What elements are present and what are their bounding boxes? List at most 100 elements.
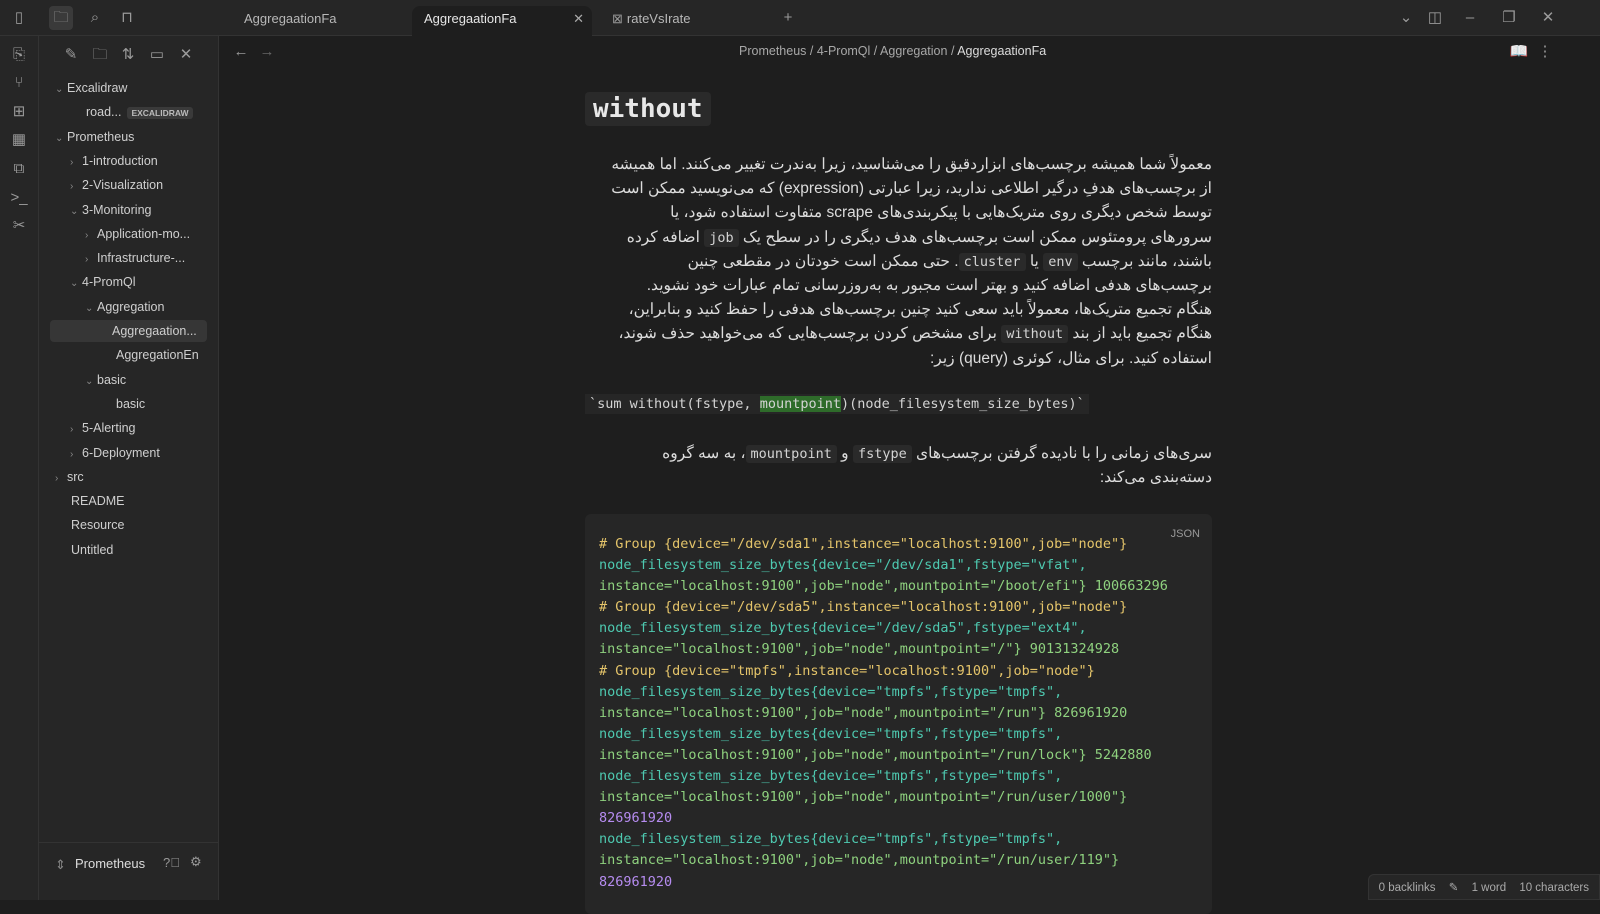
- reading-view-icon[interactable]: 📖: [1507, 40, 1531, 64]
- maximize-icon[interactable]: ❐: [1497, 6, 1521, 30]
- breadcrumb: Prometheus / 4-PromQl / Aggregation / Ag…: [739, 44, 1047, 58]
- file-item[interactable]: README: [55, 490, 124, 512]
- tree-item-label: Infrastructure-...: [97, 251, 186, 266]
- folder-item[interactable]: › 1-introduction: [70, 150, 158, 172]
- graph-view-icon[interactable]: ⑂: [7, 71, 31, 95]
- tree-item-label: Aggregation: [97, 299, 165, 314]
- tree-item-label: 3-Monitoring: [82, 202, 152, 217]
- breadcrumb-item[interactable]: Aggregation: [880, 44, 947, 58]
- more-options-icon[interactable]: ⋮: [1533, 40, 1557, 64]
- vault-chevron-icon[interactable]: ⇕: [55, 857, 66, 873]
- tab-1[interactable]: AggregaationFa: [232, 6, 410, 36]
- chevron-right-icon[interactable]: ›: [70, 419, 82, 441]
- sort-icon[interactable]: ⇅: [116, 43, 140, 67]
- tree-item-label: basic: [116, 396, 146, 411]
- tab-list-icon[interactable]: ⌄: [1394, 6, 1418, 30]
- code-language-label: JSON: [1170, 528, 1200, 540]
- ribbon: ⎘ ⑂ ⊞ ▦ ⧉ >_ ✂: [0, 36, 39, 900]
- new-folder-icon[interactable]: 🗀: [88, 43, 112, 67]
- code-line: node_filesystem_size_bytes{device="tmpfs…: [599, 683, 1063, 700]
- chevron-right-icon[interactable]: ›: [70, 176, 82, 198]
- edit-mode-icon[interactable]: ✎: [1449, 882, 1459, 894]
- query-inline-code[interactable]: `sum without(fstype, mountpoint)(node_fi…: [585, 394, 1089, 414]
- inline-code: fstype: [852, 445, 912, 463]
- chevron-right-icon[interactable]: ›: [85, 249, 97, 271]
- file-item[interactable]: Aggregaation...: [50, 320, 207, 342]
- close-window-icon[interactable]: ✕: [1536, 6, 1560, 30]
- folder-item[interactable]: ⌄ basic: [85, 369, 126, 391]
- minimize-icon[interactable]: –: [1458, 6, 1482, 30]
- right-sidebar-icon[interactable]: ◫: [1423, 6, 1447, 30]
- chevron-down-icon[interactable]: ⌄: [85, 371, 97, 393]
- folder-item[interactable]: › 6-Deployment: [70, 442, 160, 464]
- inline-code: mountpoint: [745, 445, 837, 463]
- code-block[interactable]: JSON # Group {device="/dev/sda1",instanc…: [585, 514, 1212, 914]
- folder-item[interactable]: › 2-Visualization: [70, 174, 163, 196]
- vault-name[interactable]: Prometheus: [75, 856, 145, 871]
- folder-item[interactable]: ⌄ Excalidraw: [55, 77, 127, 99]
- tree-item-label: AggregationEn: [116, 348, 199, 363]
- tab-label: AggregaationFa: [424, 11, 517, 26]
- new-tab-icon[interactable]: +: [776, 6, 800, 30]
- tools-icon[interactable]: ✂: [7, 214, 31, 238]
- chevron-right-icon[interactable]: ›: [70, 152, 82, 174]
- canvas-icon[interactable]: ⊞: [7, 100, 31, 124]
- auto-reveal-icon[interactable]: ▭: [145, 43, 169, 67]
- file-item[interactable]: AggregationEn: [100, 344, 199, 366]
- code-line: instance="localhost:9100",job="node",mou…: [599, 852, 1120, 869]
- sidebar-toggle-icon[interactable]: ▯: [7, 6, 31, 30]
- folder-item[interactable]: › 5-Alerting: [70, 417, 136, 439]
- paragraph-1: معمولاً شما همیشه برچسب‌های ابزاردقیق را…: [609, 153, 1212, 371]
- tree-item-label: Application-mo...: [97, 226, 191, 241]
- code-line: node_filesystem_size_bytes{device="/dev/…: [599, 620, 1087, 637]
- file-item[interactable]: road... EXCALIDRAW: [70, 101, 193, 123]
- chevron-right-icon[interactable]: ›: [55, 468, 67, 490]
- terminal-icon[interactable]: >_: [7, 186, 31, 210]
- folder-item[interactable]: ⌄ 3-Monitoring: [70, 199, 151, 221]
- tree-item-label: 1-introduction: [82, 153, 158, 168]
- folder-item[interactable]: ⌄ 4-PromQl: [70, 271, 135, 293]
- chevron-down-icon[interactable]: ⌄: [85, 298, 97, 320]
- close-tab-icon[interactable]: ✕: [573, 6, 584, 32]
- chevron-right-icon[interactable]: ›: [85, 225, 97, 247]
- search-icon[interactable]: ⌕: [83, 6, 107, 30]
- chevron-down-icon[interactable]: ⌄: [55, 79, 67, 101]
- code-line: # Group {device="/dev/sda1",instance="lo…: [599, 536, 1128, 552]
- folder-item[interactable]: ⌄ Prometheus: [55, 126, 134, 148]
- code-line: node_filesystem_size_bytes{device="/dev/…: [599, 557, 1087, 574]
- collapse-all-icon[interactable]: ✕: [174, 43, 198, 67]
- tree-item-label: 6-Deployment: [82, 445, 160, 460]
- file-item[interactable]: Untitled: [55, 539, 113, 561]
- tab-3[interactable]: ⊠ rateVsIrate: [600, 6, 770, 36]
- templates-icon[interactable]: ⧉: [7, 157, 31, 181]
- help-icon[interactable]: ?⃝: [163, 855, 180, 870]
- folder-item[interactable]: › src: [55, 466, 84, 488]
- chevron-right-icon[interactable]: ›: [70, 444, 82, 466]
- backlinks-count[interactable]: 0 backlinks: [1379, 882, 1436, 894]
- back-icon[interactable]: ←: [229, 40, 253, 64]
- folder-item[interactable]: ⌄ Aggregation: [85, 296, 164, 318]
- settings-icon[interactable]: ⚙: [190, 854, 202, 870]
- file-item[interactable]: basic: [100, 393, 145, 415]
- title-bar: ▯ 🗀 ⌕ ⊓ AggregaationFa AggregaationFa ✕ ⊠…: [0, 0, 1600, 36]
- calendar-icon[interactable]: ▦: [7, 128, 31, 152]
- folder-item[interactable]: › Application-mo...: [85, 223, 190, 245]
- file-item[interactable]: Resource: [55, 514, 125, 536]
- chevron-down-icon[interactable]: ⌄: [70, 273, 82, 295]
- bookmark-icon[interactable]: ⊓: [115, 6, 139, 30]
- open-quick-switcher-icon[interactable]: ⎘: [7, 43, 31, 67]
- forward-icon[interactable]: →: [255, 40, 279, 64]
- selected-text[interactable]: mountpoint: [759, 396, 841, 412]
- new-note-icon[interactable]: ✎: [59, 43, 83, 67]
- tab-2-active[interactable]: AggregaationFa ✕: [412, 6, 592, 36]
- inline-code: without: [1001, 325, 1069, 344]
- character-count: 10 characters: [1519, 882, 1589, 894]
- chevron-down-icon[interactable]: ⌄: [55, 128, 67, 150]
- files-icon[interactable]: 🗀: [49, 6, 73, 30]
- breadcrumb-item[interactable]: 4-PromQl: [817, 44, 870, 58]
- breadcrumb-item[interactable]: Prometheus: [739, 44, 806, 58]
- folder-item[interactable]: › Infrastructure-...: [85, 247, 185, 269]
- chevron-down-icon[interactable]: ⌄: [70, 201, 82, 223]
- tree-item-label: 2-Visualization: [82, 178, 164, 193]
- code-line: node_filesystem_size_bytes{device="tmpfs…: [599, 725, 1063, 742]
